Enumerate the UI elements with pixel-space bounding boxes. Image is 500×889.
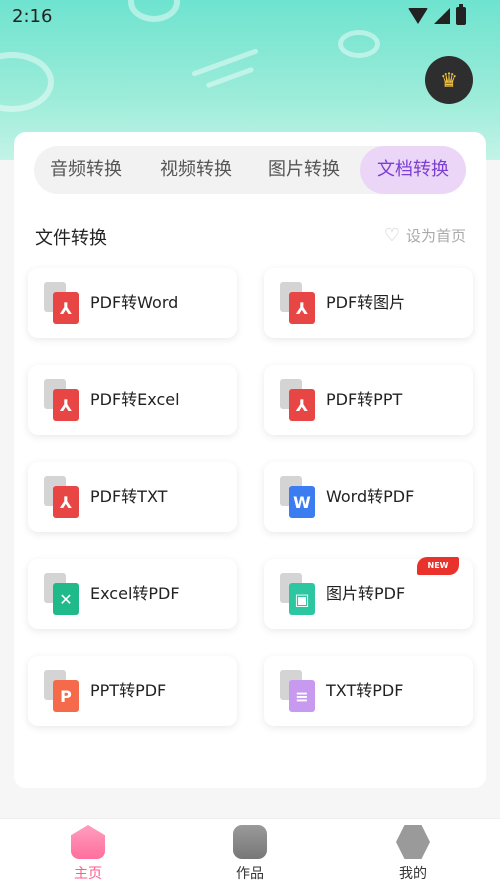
tool-card[interactable]: ✕ Excel转PDF xyxy=(28,559,237,629)
pdf-icon: ⅄ xyxy=(280,282,316,324)
file-front-shape: ✕ xyxy=(53,583,79,615)
tab-document[interactable]: 文档转换 xyxy=(360,146,466,194)
nav-works[interactable]: 作品 xyxy=(200,825,300,883)
tool-card[interactable]: W Word转PDF xyxy=(264,462,473,532)
tool-label: 图片转PDF xyxy=(326,584,406,603)
file-front-shape: ⅄ xyxy=(53,486,79,518)
tool-card[interactable]: ≡ TXT转PDF xyxy=(264,656,473,726)
tab-video[interactable]: 视频转换 xyxy=(144,146,248,194)
tool-card[interactable]: ⅄ PDF转TXT xyxy=(28,462,237,532)
ppt-icon: P xyxy=(44,670,80,712)
word-icon: W xyxy=(280,476,316,518)
file-front-shape: ⅄ xyxy=(289,389,315,421)
file-front-shape: W xyxy=(289,486,315,518)
home-icon xyxy=(71,825,105,859)
tool-card[interactable]: ⅄ PDF转图片 xyxy=(264,268,473,338)
file-front-shape: ⅄ xyxy=(289,292,315,324)
works-icon xyxy=(233,825,267,859)
excel-icon: ✕ xyxy=(44,573,80,615)
tool-label: PDF转TXT xyxy=(90,487,168,506)
tool-card[interactable]: P PPT转PDF xyxy=(28,656,237,726)
tool-card[interactable]: ⅄ PDF转Excel xyxy=(28,365,237,435)
decor-circle xyxy=(0,52,54,112)
nav-works-label: 作品 xyxy=(236,866,264,882)
file-front-shape: ▣ xyxy=(289,583,315,615)
image-icon: ▣ xyxy=(280,573,316,615)
nav-home[interactable]: 主页 xyxy=(38,825,138,883)
pdf-icon: ⅄ xyxy=(280,379,316,421)
signal-icon xyxy=(434,8,450,24)
nav-mine[interactable]: 我的 xyxy=(363,825,463,883)
nav-home-label: 主页 xyxy=(74,866,102,882)
tool-label: Excel转PDF xyxy=(90,584,180,603)
pdf-icon: ⅄ xyxy=(44,282,80,324)
tab-audio[interactable]: 音频转换 xyxy=(34,146,138,194)
status-icons xyxy=(408,4,466,25)
profile-icon xyxy=(396,825,430,859)
tool-label: PDF转PPT xyxy=(326,390,403,409)
tool-label: TXT转PDF xyxy=(326,681,404,700)
tool-label: PDF转图片 xyxy=(326,293,406,312)
status-time: 2:16 xyxy=(12,6,53,27)
heart-icon: ♡ xyxy=(383,225,400,246)
pdf-icon: ⅄ xyxy=(44,379,80,421)
decor-circle xyxy=(338,30,380,58)
decor-line xyxy=(205,66,255,89)
vip-crown-button[interactable]: ♛ xyxy=(425,56,473,104)
battery-icon xyxy=(456,4,466,25)
new-badge: NEW xyxy=(417,557,459,575)
tool-card[interactable]: ▣ 图片转PDF NEW xyxy=(264,557,473,629)
file-front-shape: P xyxy=(53,680,79,712)
nav-mine-label: 我的 xyxy=(399,866,427,882)
tool-label: PDF转Excel xyxy=(90,390,180,409)
file-front-shape: ⅄ xyxy=(53,292,79,324)
file-front-shape: ≡ xyxy=(289,680,315,712)
tool-card[interactable]: ⅄ PDF转PPT xyxy=(264,365,473,435)
tool-label: PPT转PDF xyxy=(90,681,167,700)
set-home-label: 设为首页 xyxy=(405,227,466,245)
file-front-shape: ⅄ xyxy=(53,389,79,421)
status-bar: 2:16 xyxy=(0,0,500,34)
section-title: 文件转换 xyxy=(35,228,107,249)
txt-icon: ≡ xyxy=(280,670,316,712)
bottom-nav: 主页 作品 我的 xyxy=(0,818,500,889)
tool-card[interactable]: ⅄ PDF转Word xyxy=(28,268,237,338)
tool-label: Word转PDF xyxy=(326,487,415,506)
set-home-button[interactable]: ♡ 设为首页 xyxy=(384,225,466,246)
pdf-icon: ⅄ xyxy=(44,476,80,518)
crown-icon: ♛ xyxy=(440,68,458,92)
main-card: 音频转换 视频转换 图片转换 文档转换 文件转换 ♡ 设为首页 ⅄ PDF转Wor… xyxy=(14,132,486,788)
tab-image[interactable]: 图片转换 xyxy=(252,146,356,194)
wifi-icon xyxy=(408,8,428,24)
tool-label: PDF转Word xyxy=(90,293,179,312)
conversion-tabs: 音频转换 视频转换 图片转换 文档转换 xyxy=(34,146,466,194)
